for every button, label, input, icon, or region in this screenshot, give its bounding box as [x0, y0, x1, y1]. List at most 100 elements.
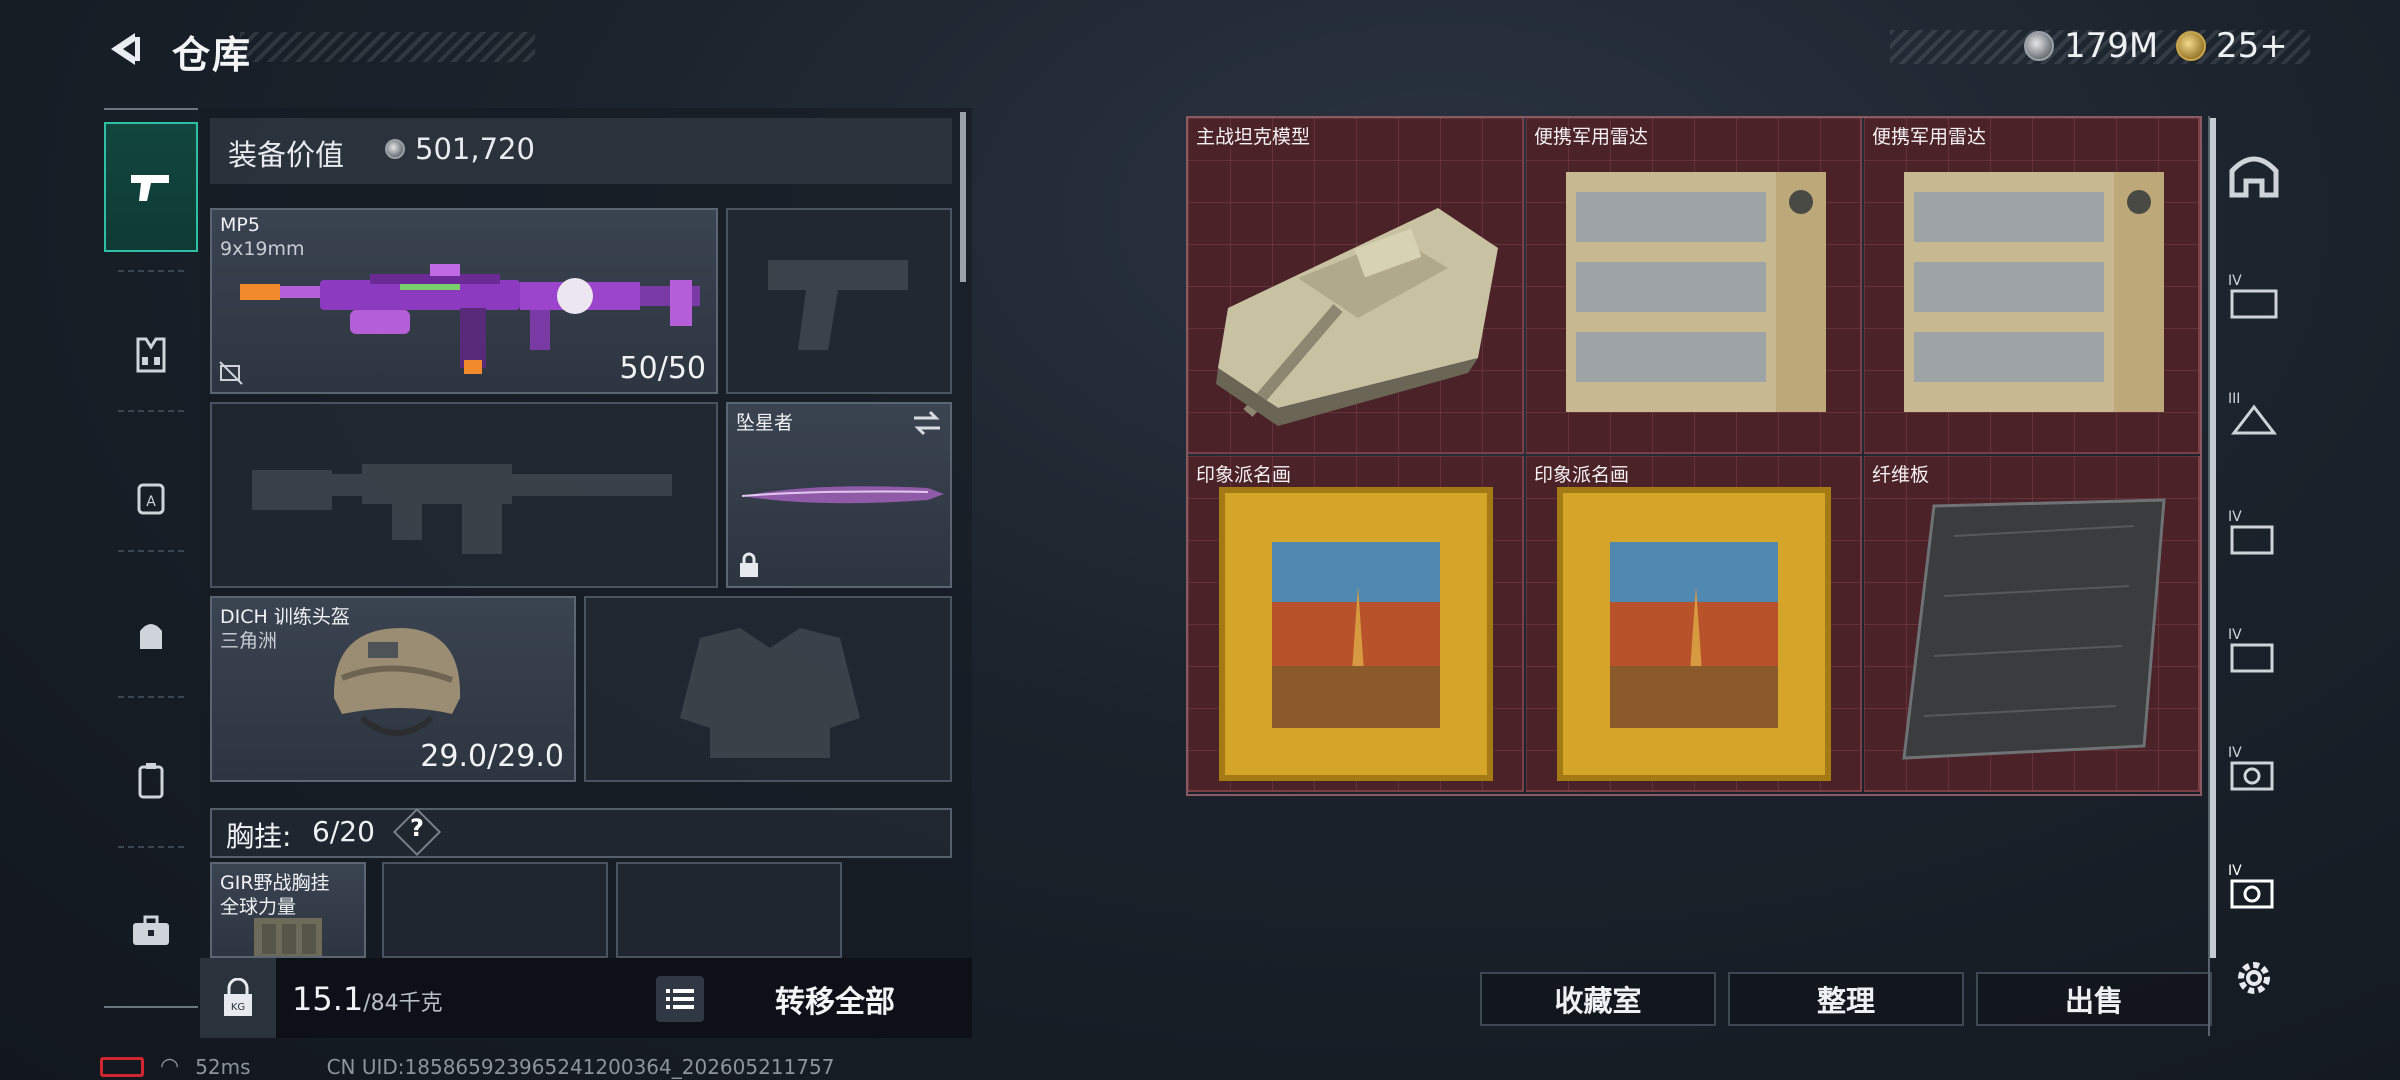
rail-container-iii[interactable]: III: [2224, 384, 2284, 444]
primary-weapon-slot[interactable]: MP5 9x19mm 50/50: [210, 208, 718, 394]
wifi-icon: ◠: [160, 1054, 180, 1079]
svg-text:IV: IV: [2228, 863, 2242, 879]
container-4c-icon: IV: [2228, 627, 2274, 673]
list-view-button[interactable]: [656, 976, 704, 1022]
swap-icon[interactable]: [912, 410, 942, 436]
painting-icon: [1219, 487, 1493, 781]
container-cell-fiberboard[interactable]: 纤维板: [1864, 456, 2200, 792]
item-name: 便携军用雷达: [1534, 126, 1649, 148]
helmet-icon: [333, 628, 461, 736]
page-title: 仓库: [172, 33, 253, 77]
uid-readout: CN UID:18586592396524120036​4_2026052117…: [326, 1054, 835, 1079]
helmet-durability: 29.0/29.0: [420, 739, 564, 774]
organize-button[interactable]: 整理: [1728, 972, 1964, 1026]
container-4e-icon: IV: [2228, 863, 2274, 909]
painting-icon: [1557, 487, 1831, 781]
title-stripe: [240, 32, 535, 62]
rail-container-iv-2[interactable]: IV: [2224, 502, 2284, 562]
svg-text:IV: IV: [2228, 745, 2242, 761]
settings-button[interactable]: [2224, 948, 2284, 1008]
rail-container-iv-5[interactable]: IV: [2224, 856, 2284, 916]
rail-item-weapons[interactable]: [104, 122, 198, 252]
container-rail: IV III IV IV IV IV: [2208, 116, 2296, 1036]
gold-coin-icon: [2176, 31, 2206, 61]
rail-item-toolbox[interactable]: [104, 866, 198, 996]
battery-icon: [100, 1056, 144, 1077]
equipment-scrollbar[interactable]: [960, 112, 966, 282]
rail-container-iv-1[interactable]: IV: [2224, 266, 2284, 326]
item-name: 印象派名画: [1196, 464, 1292, 486]
weight-icon: KG: [224, 978, 252, 1016]
rifle-placeholder-icon: [252, 464, 672, 554]
container-cell-tank[interactable]: 主战坦克模型: [1188, 118, 1524, 454]
ping-readout: 52ms: [195, 1054, 251, 1079]
helmet-slot[interactable]: DICH 训练头盔 三角洲 29.0/29.0: [210, 596, 576, 782]
weight-capacity: /84千克: [363, 991, 443, 1016]
silver-coin-icon: [2024, 31, 2054, 61]
lock-icon: [740, 552, 758, 577]
container-cell-painting[interactable]: 印象派名画: [1526, 456, 1862, 792]
container-cell-painting[interactable]: 印象派名画: [1188, 456, 1524, 792]
radar-icon: [1904, 172, 2164, 412]
item-name: 便携军用雷达: [1872, 126, 1987, 148]
vest-grid-slot[interactable]: [616, 862, 842, 958]
no-insure-icon: [219, 361, 243, 385]
back-button[interactable]: [100, 24, 150, 74]
rail-safe-box[interactable]: [2224, 146, 2284, 206]
svg-text:A: A: [146, 494, 156, 510]
collection-room-button[interactable]: 收藏室: [1480, 972, 1716, 1026]
list-icon: [666, 989, 694, 1009]
item-name: 印象派名画: [1534, 464, 1630, 486]
safe-icon: [2229, 156, 2279, 198]
vest-label: 胸挂:: [226, 820, 292, 853]
toolbox-icon: [133, 915, 169, 945]
transfer-all-button[interactable]: 转移全部: [710, 968, 960, 1030]
container-4d-icon: IV: [2228, 745, 2274, 791]
vest-grid-slot[interactable]: [382, 862, 608, 958]
container-cell-radar[interactable]: 便携军用雷达: [1526, 118, 1862, 454]
sell-button[interactable]: 出售: [1976, 972, 2212, 1026]
weight-current: 15.1: [292, 980, 364, 1018]
vest-item-slot[interactable]: GIR野战胸挂 全球力量: [210, 862, 366, 958]
container-3-icon: III: [2228, 391, 2278, 435]
container-4-icon: IV: [2228, 273, 2278, 319]
container-cell-radar[interactable]: 便携军用雷达: [1864, 118, 2200, 454]
pouch-icon: [140, 624, 162, 649]
rail-container-iv-3[interactable]: IV: [2224, 620, 2284, 680]
armor-slot[interactable]: [584, 596, 952, 782]
container-4b-icon: IV: [2228, 509, 2274, 555]
helmet-sub: 三角洲: [220, 630, 278, 652]
help-icon: ?: [410, 814, 424, 842]
currency-silver[interactable]: 179M: [2024, 26, 2158, 66]
weight-lock-button[interactable]: KG: [200, 958, 276, 1038]
chest-rig-icon: [254, 918, 322, 956]
category-rail: A: [104, 108, 198, 1008]
vest-item-name: GIR野战胸挂: [220, 872, 330, 894]
rail-item-case[interactable]: [104, 716, 198, 846]
gold-amount: 25+: [2216, 26, 2288, 66]
pistol-icon: [131, 175, 169, 201]
knife-icon: [741, 486, 944, 504]
currency-gold[interactable]: 25+: [2176, 26, 2288, 66]
gear-icon: [2238, 962, 2270, 994]
item-name: 纤维板: [1872, 464, 1930, 486]
vest-count: 6/20: [312, 815, 375, 848]
item-name: 主战坦克模型: [1196, 126, 1311, 148]
back-arrow-icon: [111, 33, 140, 65]
rail-item-backpack[interactable]: A: [104, 432, 198, 562]
melee-slot[interactable]: 坠星者: [726, 402, 952, 588]
melee-name: 坠星者: [736, 412, 794, 434]
equipment-value: 501,720: [385, 132, 535, 166]
tank-model-icon: [1216, 208, 1498, 426]
secondary-weapon-slot[interactable]: [210, 402, 718, 588]
status-bar: ◠ 52ms CN UID:18586592396524120036​4_202…: [100, 1054, 834, 1079]
armor-placeholder-icon: [680, 628, 860, 758]
rail-item-pouch[interactable]: [104, 570, 198, 700]
rail-item-vest[interactable]: [104, 290, 198, 420]
backpack-icon: A: [137, 483, 165, 515]
equipment-value-label: 装备价值: [228, 138, 345, 172]
sidearm-slot[interactable]: [726, 208, 952, 394]
rail-container-iv-4[interactable]: IV: [2224, 738, 2284, 798]
svg-text:KG: KG: [231, 1002, 245, 1013]
silver-coin-icon: [385, 139, 405, 159]
